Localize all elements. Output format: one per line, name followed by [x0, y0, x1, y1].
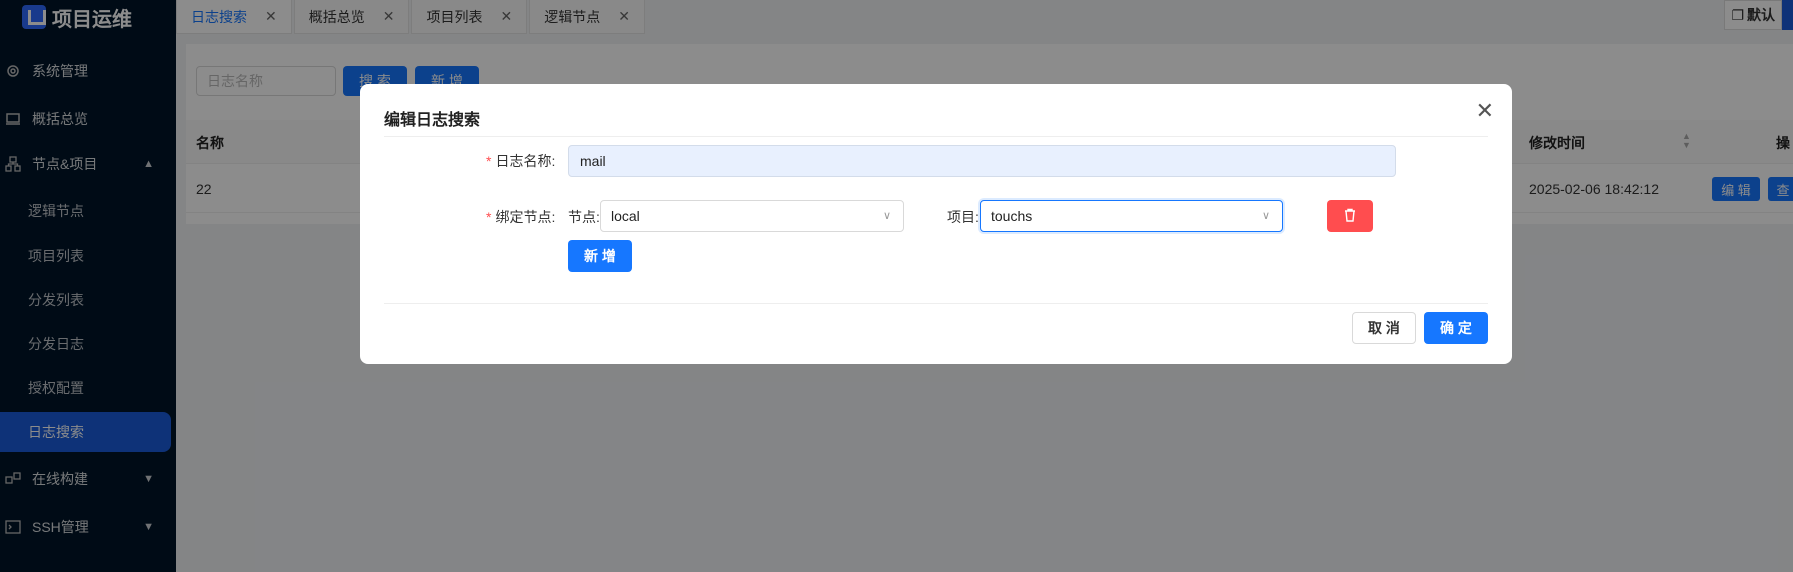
close-icon[interactable]: ✕ — [1476, 98, 1494, 124]
divider — [384, 136, 1488, 137]
trash-icon — [1343, 208, 1357, 225]
input-value: mail — [580, 153, 606, 169]
cancel-button[interactable]: 取 消 — [1352, 312, 1416, 344]
log-name-input[interactable]: mail — [568, 145, 1396, 177]
log-name-label: * 日志名称: — [486, 151, 555, 171]
bind-node-label: * 绑定节点: — [486, 207, 555, 227]
confirm-button[interactable]: 确 定 — [1424, 312, 1488, 344]
divider — [384, 303, 1488, 304]
label-text: 绑定节点: — [495, 209, 556, 225]
select-value: local — [611, 208, 640, 224]
node-select[interactable]: local ∨ — [600, 200, 904, 232]
dialog-title: 编辑日志搜索 — [384, 112, 481, 129]
button-label: 新 增 — [584, 248, 616, 264]
project-label: 项目: — [947, 209, 979, 225]
delete-binding-button[interactable] — [1327, 200, 1373, 232]
required-mark: * — [486, 153, 492, 169]
button-label: 确 定 — [1440, 320, 1472, 336]
edit-log-search-dialog: 编辑日志搜索 ✕ * 日志名称: mail * 绑定节点: 节点: local ∨ … — [360, 84, 1512, 364]
label-text: 日志名称: — [495, 153, 556, 169]
select-value: touchs — [991, 208, 1033, 224]
required-mark: * — [486, 209, 492, 225]
node-label: 节点: — [568, 209, 600, 225]
button-label: 取 消 — [1368, 320, 1400, 336]
chevron-down-icon: ∨ — [1261, 210, 1270, 222]
chevron-down-icon: ∨ — [882, 210, 891, 222]
project-select[interactable]: touchs ∨ — [980, 200, 1283, 232]
add-binding-button[interactable]: 新 增 — [568, 240, 632, 272]
